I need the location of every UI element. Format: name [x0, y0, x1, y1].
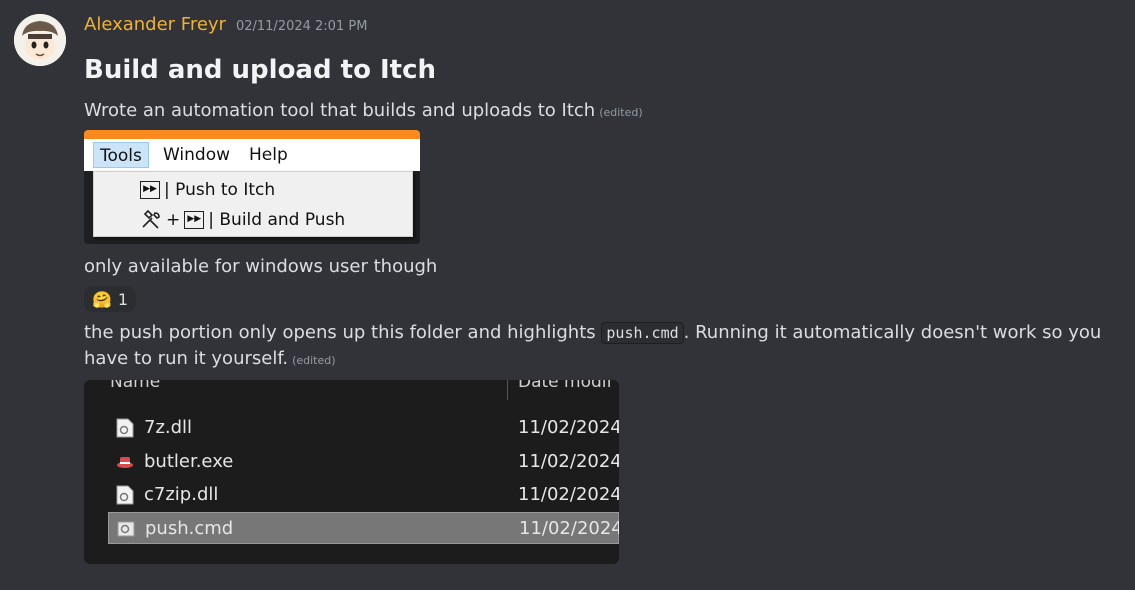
- dll-file-icon: [116, 485, 134, 505]
- plus-sign: +: [166, 210, 181, 230]
- message-heading: Build and upload to Itch: [84, 55, 437, 85]
- message-content: Alexander Freyr 02/11/2024 2:01 PM Build…: [84, 14, 1125, 564]
- menu-help: Help: [249, 145, 288, 165]
- column-header-name: Name: [110, 380, 161, 392]
- file-date: 11/02/2024: [518, 484, 619, 505]
- file-name: butler.exe: [144, 451, 234, 472]
- avatar-illustration-icon: [14, 14, 66, 66]
- reaction-count: 1: [117, 289, 129, 309]
- file-name: push.cmd: [145, 518, 234, 539]
- edited-label: (edited): [599, 106, 643, 119]
- file-row-selected: push.cmd 11/02/2024: [108, 512, 619, 544]
- inline-code: push.cmd: [601, 322, 684, 344]
- hugging-emoji-icon: 🤗: [92, 289, 112, 309]
- file-row: butler.exe 11/02/2024: [108, 446, 619, 478]
- paragraph-text: the push portion only opens up this fold…: [84, 322, 596, 343]
- username[interactable]: Alexander Freyr: [84, 14, 226, 35]
- file-row: 7z.dll 11/02/2024: [108, 412, 619, 444]
- menubar: Tools Window Help: [84, 139, 420, 171]
- tools-dropdown: ▶▶ | Push to Itch + ▶▶ | Build and Push: [93, 171, 413, 237]
- menu-tools: Tools: [93, 142, 149, 168]
- timestamp[interactable]: 02/11/2024 2:01 PM: [236, 19, 367, 34]
- user-avatar[interactable]: [14, 14, 66, 66]
- menu-item-push: ▶▶ | Push to Itch: [140, 176, 275, 204]
- hammer-wrench-icon: [142, 210, 160, 229]
- cmd-file-icon: [117, 521, 135, 537]
- column-header-date: Date modif: [518, 380, 613, 392]
- menu-item-label: | Push to Itch: [164, 180, 276, 200]
- accent-bar: [84, 130, 420, 139]
- file-row: c7zip.dll 11/02/2024: [108, 479, 619, 511]
- column-divider: [507, 380, 508, 400]
- file-name: c7zip.dll: [144, 484, 219, 505]
- paragraph-text: Wrote an automation tool that builds and…: [84, 100, 596, 121]
- message-paragraph: only available for windows user though: [84, 256, 438, 277]
- file-date: 11/02/2024: [518, 417, 619, 438]
- dll-file-icon: [116, 418, 134, 438]
- chat-message: Alexander Freyr 02/11/2024 2:01 PM Build…: [0, 0, 1135, 590]
- message-paragraph: the push portion only opens up this fold…: [84, 320, 1125, 374]
- butler-exe-icon: [117, 457, 133, 468]
- menu-item-label: | Build and Push: [208, 210, 346, 230]
- message-paragraph: Wrote an automation tool that builds and…: [84, 98, 1125, 126]
- explorer-screenshot-image[interactable]: Name Date modif 7z.dll 11/02/2024 butler…: [84, 380, 619, 564]
- edited-label: (edited): [292, 354, 336, 367]
- file-name: 7z.dll: [144, 417, 193, 438]
- menu-screenshot-image[interactable]: Tools Window Help ▶▶ | Push to Itch + ▶▶…: [84, 130, 420, 244]
- fast-forward-icon: ▶▶: [184, 211, 205, 229]
- fast-forward-icon: ▶▶: [140, 181, 160, 199]
- message-header: Alexander Freyr 02/11/2024 2:01 PM: [84, 14, 1125, 40]
- menu-window: Window: [163, 145, 231, 165]
- file-date: 11/02/2024: [518, 451, 619, 472]
- menu-item-build-push: + ▶▶ | Build and Push: [140, 206, 345, 234]
- file-date: 11/02/2024: [519, 518, 619, 539]
- reaction-button[interactable]: 🤗 1: [84, 286, 137, 312]
